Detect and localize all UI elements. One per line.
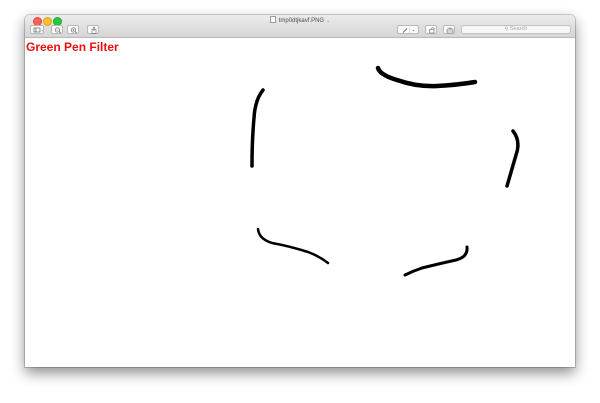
titlebar: tmp0dtjkavf.PNG ⌄ ⚲ Search: [25, 15, 575, 38]
image-canvas: Green Pen Filter: [25, 38, 575, 367]
rotate-icon: [429, 27, 436, 34]
window-title: tmp0dtjkavf.PNG ⌄: [25, 16, 575, 25]
zoom-out-icon: [54, 27, 62, 34]
search-input[interactable]: ⚲ Search: [461, 25, 571, 34]
pen-stroke-bottom-left: [256, 227, 330, 265]
toolbox-icon: [446, 27, 454, 34]
rotate-button[interactable]: [425, 25, 437, 34]
share-icon: [91, 26, 97, 34]
search-placeholder: Search: [509, 26, 528, 32]
search-icon: ⚲: [504, 26, 509, 32]
pen-stroke-right: [505, 129, 520, 188]
zoom-in-icon: [70, 27, 78, 34]
document-icon: [269, 16, 276, 23]
sidebar-icon: [33, 27, 43, 33]
preview-window: tmp0dtjkavf.PNG ⌄ ⚲ Search Green Pen Fil…: [25, 15, 575, 367]
window-title-text: tmp0dtjkavf.PNG: [278, 18, 325, 24]
pen-strokes: [250, 65, 520, 277]
pen-stroke-top: [375, 65, 478, 89]
markup-button[interactable]: [397, 25, 419, 34]
pen-stroke-left: [250, 88, 265, 168]
sidebar-toggle-button[interactable]: [30, 25, 44, 34]
chevron-down-icon[interactable]: ⌄: [326, 18, 330, 24]
zoom-in-button[interactable]: [67, 25, 79, 34]
markup-pen-icon: [402, 27, 415, 34]
pen-stroke-bottom-right: [403, 245, 469, 277]
zoom-out-button[interactable]: [51, 25, 63, 34]
share-button[interactable]: [87, 25, 99, 34]
toolbox-button[interactable]: [443, 25, 455, 34]
